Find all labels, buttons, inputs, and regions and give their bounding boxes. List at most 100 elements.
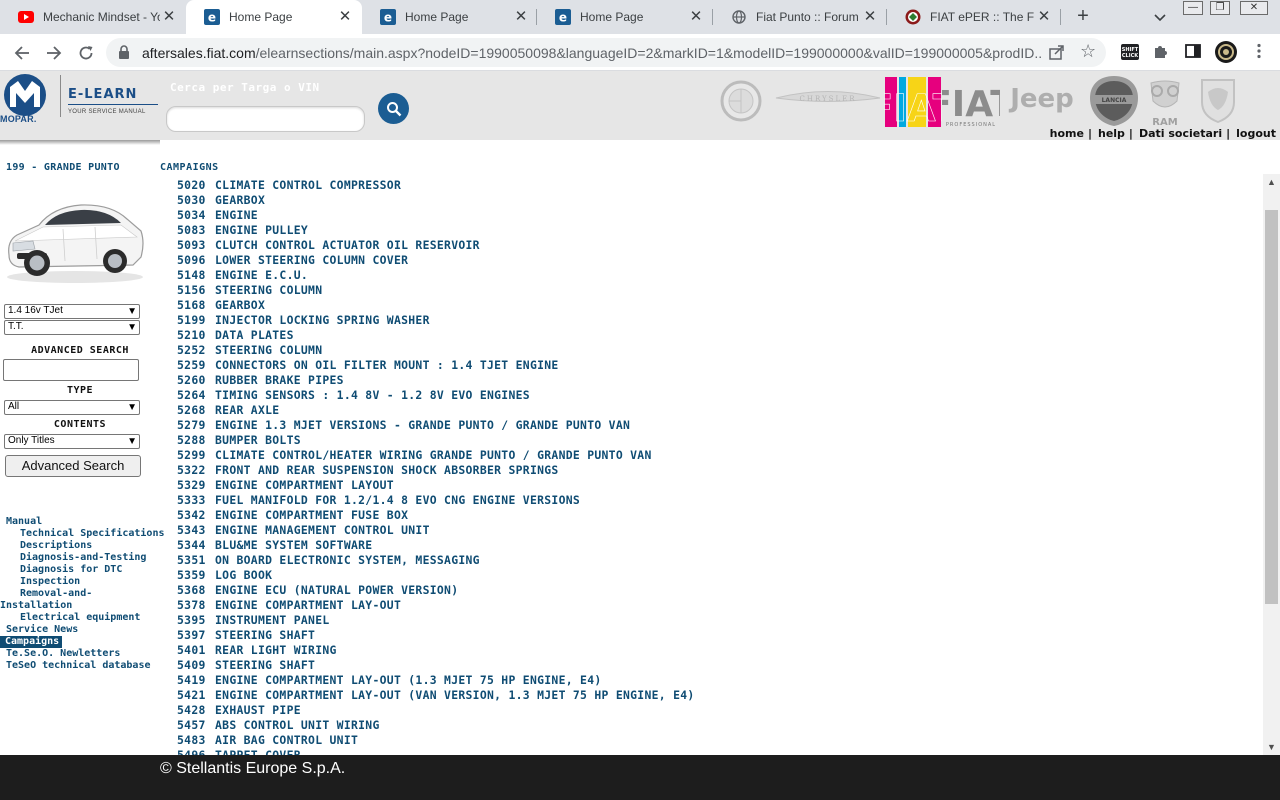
forward-icon[interactable]: [43, 42, 65, 64]
menu-item-removal-and-installation[interactable]: Removal-and-: [0, 588, 160, 600]
browser-tab[interactable]: FIAT ePER :: The FIAT ✕: [887, 0, 1061, 34]
reload-icon[interactable]: [75, 42, 97, 64]
campaign-row[interactable]: 5343 ENGINE MANAGEMENT CONTROL UNIT: [177, 523, 695, 538]
campaign-title-link[interactable]: ENGINE COMPARTMENT LAYOUT: [215, 478, 394, 492]
menu-item-removal-and-installation-wrap[interactable]: Installation: [0, 600, 160, 612]
campaign-title-link[interactable]: ENGINE COMPARTMENT LAY-OUT (VAN VERSION,…: [215, 688, 695, 702]
campaign-row[interactable]: 5288 BUMPER BOLTS: [177, 433, 695, 448]
menu-item-electrical-equipment[interactable]: Electrical equipment: [0, 612, 160, 624]
campaign-title-link[interactable]: ABS CONTROL UNIT WIRING: [215, 718, 380, 732]
campaign-title-link[interactable]: CLUTCH CONTROL ACTUATOR OIL RESERVOIR: [215, 238, 480, 252]
campaign-row[interactable]: 5333 FUEL MANIFOLD FOR 1.2/1.4 8 EVO CNG …: [177, 493, 695, 508]
campaign-row[interactable]: 5034 ENGINE: [177, 208, 695, 223]
vin-search-button[interactable]: [378, 93, 409, 124]
campaign-row[interactable]: 5252 STEERING COLUMN: [177, 343, 695, 358]
campaign-row[interactable]: 5496 TAPPET COVER: [177, 748, 695, 755]
campaign-title-link[interactable]: ENGINE 1.3 MJET VERSIONS - GRANDE PUNTO …: [215, 418, 630, 432]
campaign-row[interactable]: 5457 ABS CONTROL UNIT WIRING: [177, 718, 695, 733]
menu-item-descriptions[interactable]: Descriptions: [0, 540, 160, 552]
campaign-title-link[interactable]: ENGINE COMPARTMENT FUSE BOX: [215, 508, 408, 522]
campaign-row[interactable]: 5268 REAR AXLE: [177, 403, 695, 418]
campaign-row[interactable]: 5351 ON BOARD ELECTRONIC SYSTEM, MESSAGIN…: [177, 553, 695, 568]
campaign-row[interactable]: 5299 CLIMATE CONTROL/HEATER WIRING GRANDE…: [177, 448, 695, 463]
campaign-title-link[interactable]: REAR AXLE: [215, 403, 279, 417]
campaign-row[interactable]: 5260 RUBBER BRAKE PIPES: [177, 373, 695, 388]
advanced-search-input[interactable]: [3, 359, 139, 381]
campaign-row[interactable]: 5421 ENGINE COMPARTMENT LAY-OUT (VAN VERS…: [177, 688, 695, 703]
browser-tab[interactable]: Fiat Punto :: Forum • Z ✕: [713, 0, 887, 34]
campaign-row[interactable]: 5148 ENGINE E.C.U.: [177, 268, 695, 283]
campaign-row[interactable]: 5322 FRONT AND REAR SUSPENSION SHOCK ABSO…: [177, 463, 695, 478]
nav-company-data-link[interactable]: Dati societari: [1139, 127, 1222, 140]
campaign-row[interactable]: 5428 EXHAUST PIPE: [177, 703, 695, 718]
menu-item-teseo-technical-database[interactable]: TeSeO technical database: [0, 660, 160, 672]
menu-item-diagnosis-and-testing[interactable]: Diagnosis-and-Testing: [0, 552, 160, 564]
campaign-title-link[interactable]: GEARBOX: [215, 298, 265, 312]
campaign-row[interactable]: 5342 ENGINE COMPARTMENT FUSE BOX: [177, 508, 695, 523]
version-select[interactable]: T.T. ▼: [4, 320, 140, 335]
campaign-title-link[interactable]: STEERING COLUMN: [215, 283, 322, 297]
menu-item-service-news[interactable]: Service News: [0, 624, 160, 636]
campaign-title-link[interactable]: TIMING SENSORS : 1.4 8V - 1.2 8V EVO ENG…: [215, 388, 530, 402]
vin-search-input[interactable]: [166, 106, 365, 132]
campaign-title-link[interactable]: AIR BAG CONTROL UNIT: [215, 733, 358, 747]
campaign-title-link[interactable]: ENGINE PULLEY: [215, 223, 308, 237]
lancia-logo-icon[interactable]: LANCIA: [1088, 74, 1140, 133]
new-tab-button[interactable]: +: [1072, 6, 1094, 28]
side-panel-icon[interactable]: [1184, 42, 1204, 62]
tab-search-icon[interactable]: [1150, 7, 1170, 27]
campaign-row[interactable]: 5264 TIMING SENSORS : 1.4 8V - 1.2 8V EVO…: [177, 388, 695, 403]
campaign-row[interactable]: 5279 ENGINE 1.3 MJET VERSIONS - GRANDE PU…: [177, 418, 695, 433]
lock-icon[interactable]: [118, 45, 132, 59]
campaign-title-link[interactable]: RUBBER BRAKE PIPES: [215, 373, 344, 387]
campaign-row[interactable]: 5359 LOG BOOK: [177, 568, 695, 583]
abarth-logo-icon[interactable]: [1198, 78, 1238, 129]
campaign-title-link[interactable]: INJECTOR LOCKING SPRING WASHER: [215, 313, 430, 327]
campaign-title-link[interactable]: CONNECTORS ON OIL FILTER MOUNT : 1.4 TJE…: [215, 358, 559, 372]
campaign-title-link[interactable]: ENGINE E.C.U.: [215, 268, 308, 282]
campaign-title-link[interactable]: LOG BOOK: [215, 568, 272, 582]
campaign-row[interactable]: 5096 LOWER STEERING COLUMN COVER: [177, 253, 695, 268]
campaign-row[interactable]: 5395 INSTRUMENT PANEL: [177, 613, 695, 628]
campaign-row[interactable]: 5030 GEARBOX: [177, 193, 695, 208]
close-icon[interactable]: ✕: [336, 8, 354, 26]
advanced-search-button[interactable]: Advanced Search: [5, 455, 141, 477]
campaign-row[interactable]: 5397 STEERING SHAFT: [177, 628, 695, 643]
campaign-title-link[interactable]: TAPPET COVER: [215, 748, 301, 755]
close-icon[interactable]: ✕: [512, 8, 530, 26]
campaign-title-link[interactable]: ENGINE ECU (NATURAL POWER VERSION): [215, 583, 458, 597]
bookmark-star-icon[interactable]: ☆: [1080, 41, 1096, 62]
campaign-row[interactable]: 5168 GEARBOX: [177, 298, 695, 313]
shift-click-extension-icon[interactable]: SHIFT CLICK: [1120, 42, 1140, 62]
campaign-title-link[interactable]: FRONT AND REAR SUSPENSION SHOCK ABSORBER…: [215, 463, 559, 477]
campaign-title-link[interactable]: STEERING SHAFT: [215, 658, 315, 672]
back-icon[interactable]: [11, 42, 33, 64]
campaign-title-link[interactable]: CLIMATE CONTROL/HEATER WIRING GRANDE PUN…: [215, 448, 652, 462]
scroll-down-icon[interactable]: ▼: [1263, 739, 1280, 755]
browser-tab-active[interactable]: e Home Page ✕: [186, 0, 362, 34]
campaign-title-link[interactable]: STEERING SHAFT: [215, 628, 315, 642]
campaign-row[interactable]: 5419 ENGINE COMPARTMENT LAY-OUT (1.3 MJET…: [177, 673, 695, 688]
browser-tab[interactable]: Mechanic Mindset - You ✕: [0, 0, 186, 34]
campaign-row[interactable]: 5378 ENGINE COMPARTMENT LAY-OUT: [177, 598, 695, 613]
campaign-row[interactable]: 5409 STEERING SHAFT: [177, 658, 695, 673]
campaign-title-link[interactable]: ENGINE COMPARTMENT LAY-OUT (1.3 MJET 75 …: [215, 673, 602, 687]
campaign-row[interactable]: 5093 CLUTCH CONTROL ACTUATOR OIL RESERVOI…: [177, 238, 695, 253]
close-icon[interactable]: ✕: [160, 8, 178, 26]
contents-select[interactable]: Only Titles ▼: [4, 434, 140, 449]
engine-select[interactable]: 1.4 16v TJet ▼: [4, 304, 140, 319]
browser-tab[interactable]: e Home Page ✕: [362, 0, 538, 34]
campaign-row[interactable]: 5483 AIR BAG CONTROL UNIT: [177, 733, 695, 748]
menu-item-inspection[interactable]: Inspection: [0, 576, 160, 588]
menu-item-manual[interactable]: Manual: [0, 516, 160, 528]
alfa-romeo-logo-icon[interactable]: [720, 80, 762, 127]
campaign-row[interactable]: 5259 CONNECTORS ON OIL FILTER MOUNT : 1.4…: [177, 358, 695, 373]
campaign-row[interactable]: 5083 ENGINE PULLEY: [177, 223, 695, 238]
campaign-title-link[interactable]: BUMPER BOLTS: [215, 433, 301, 447]
campaign-title-link[interactable]: ENGINE MANAGEMENT CONTROL UNIT: [215, 523, 430, 537]
close-icon[interactable]: ✕: [687, 8, 705, 26]
menu-item-diagnosis-for-dtc[interactable]: Diagnosis for DTC: [0, 564, 160, 576]
campaign-row[interactable]: 5344 BLU&ME SYSTEM SOFTWARE: [177, 538, 695, 553]
campaign-title-link[interactable]: INSTRUMENT PANEL: [215, 613, 330, 627]
campaign-row[interactable]: 5156 STEERING COLUMN: [177, 283, 695, 298]
